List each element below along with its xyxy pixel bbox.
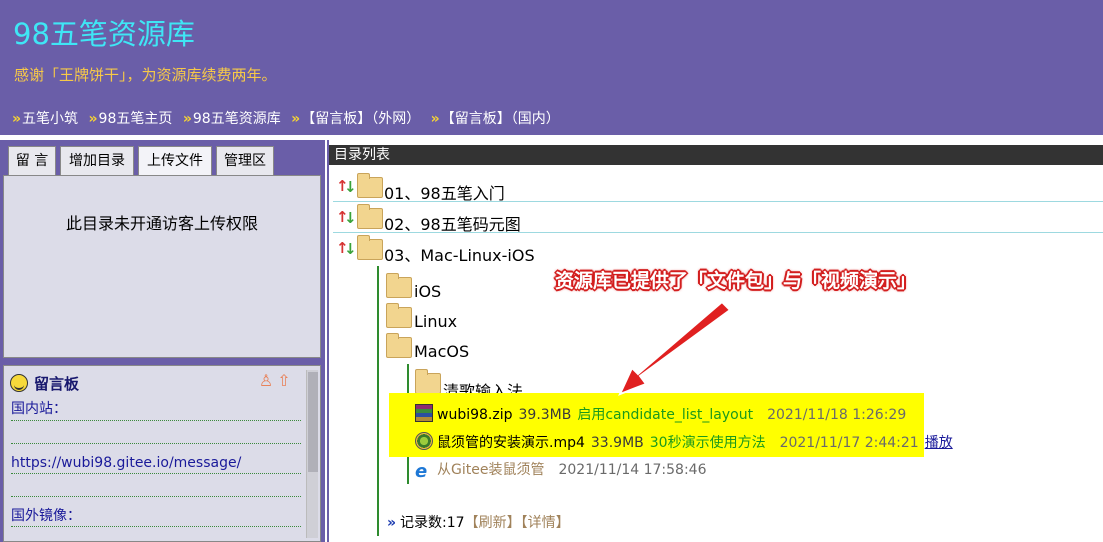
message-line	[11, 421, 301, 444]
tree-line	[377, 266, 379, 536]
message-link[interactable]: https://wubi98.gitee.io/message/	[11, 444, 301, 474]
sort-icon[interactable]: ↑ ↓	[336, 208, 357, 230]
folder-icon	[415, 369, 441, 394]
archive-icon	[415, 404, 433, 422]
message-list: 国内站： https://wubi98.gitee.io/message/ 国外…	[11, 398, 301, 541]
refresh-link[interactable]: 【刷新】	[465, 515, 521, 531]
file-row[interactable]: wubi98.zip 39.3MB 启用candidate_list_layout 2…	[415, 404, 906, 424]
folder-macos[interactable]: MacOS	[414, 342, 469, 361]
left-panel: 留 言 增加目录 上传文件 管理区 此目录未开通访客上传权限 留言板 ♙ ⇧ 国内…	[0, 140, 325, 542]
file-row[interactable]: e 从Gitee装鼠须管 2021/11/14 17:58:46	[415, 459, 707, 481]
annotation-arrow-icon	[618, 300, 730, 396]
tab-admin[interactable]: 管理区	[216, 146, 274, 176]
upload-permission-message: 此目录未开通访客上传权限	[65, 214, 258, 233]
message-line	[11, 527, 301, 541]
folder-icon	[386, 273, 412, 298]
file-size: 33.9MB	[590, 435, 644, 451]
double-chevron-icon: »	[291, 111, 300, 127]
tab-add-directory[interactable]: 增加目录	[60, 146, 134, 176]
directory-label[interactable]: 02、98五笔码元图	[384, 211, 521, 235]
message-board-title: 留言板	[34, 375, 80, 393]
message-line: 国内站：	[11, 398, 301, 421]
double-chevron-icon: »	[182, 111, 192, 127]
annotation-text: 资源库已提供了「文件包」与「视频演示」	[555, 270, 917, 292]
folder-linux[interactable]: Linux	[414, 312, 457, 331]
message-line	[11, 474, 301, 497]
directory-panel-title: 目录列表	[329, 145, 1103, 165]
file-date: 2021/11/17 2:44:21	[779, 435, 919, 451]
file-row[interactable]: 鼠须管的安装演示.mp4 33.9MB 30秒演示使用方法 2021/11/17 2:…	[415, 432, 953, 452]
scrollbar-thumb[interactable]	[308, 372, 318, 472]
tab-message[interactable]: 留 言	[8, 146, 56, 176]
upload-panel: 此目录未开通访客上传权限	[3, 175, 321, 358]
folder-icon	[357, 235, 383, 260]
record-count: 记录数:17	[400, 515, 465, 531]
file-name[interactable]: wubi98.zip	[437, 407, 513, 423]
play-link[interactable]: 播放	[925, 435, 953, 451]
folder-icon	[386, 303, 412, 328]
page-header: 98五笔资源库 感谢「王牌饼干」，为资源库续费两年。 » 五笔小筑 » 98五笔主页…	[0, 0, 1103, 135]
breadcrumb-link-resource[interactable]: » 98五笔资源库	[183, 108, 281, 128]
details-link[interactable]: 【详情】	[521, 515, 570, 531]
video-icon	[415, 432, 433, 450]
folder-icon	[357, 173, 383, 198]
file-name[interactable]: 鼠须管的安装演示.mp4	[437, 435, 585, 451]
directory-item[interactable]: ↑ ↓ 03、Mac-Linux-iOS	[333, 235, 1103, 266]
folder-ios[interactable]: iOS	[414, 282, 441, 301]
smiley-icon	[10, 374, 28, 392]
breadcrumb-link-board-domestic[interactable]: » 【留言板】（国内）	[431, 108, 560, 128]
message-scrollbar[interactable]	[306, 370, 318, 538]
tab-upload-file[interactable]: 上传文件	[138, 146, 212, 177]
arrow-up-icon[interactable]: ⇧	[275, 372, 293, 390]
file-name[interactable]: 从Gitee装鼠须管	[437, 462, 544, 478]
directory-item[interactable]: ↑ ↓ 02、98五笔码元图	[333, 204, 1103, 235]
breadcrumb-link-98-home[interactable]: » 98五笔主页	[89, 108, 173, 128]
thanks-notice: 感谢「王牌饼干」，为资源库续费两年。	[14, 66, 277, 84]
message-line: 国外镜像：	[11, 497, 301, 527]
message-board: 留言板 ♙ ⇧ 国内站： https://wubi98.gitee.io/mess…	[3, 365, 321, 542]
breadcrumb: » 五笔小筑 » 98五笔主页 » 98五笔资源库 » 【留言板】（外网） » 【留言板】…	[12, 108, 566, 128]
double-chevron-icon: »	[387, 515, 397, 531]
internet-explorer-icon: e	[415, 461, 428, 482]
file-date: 2021/11/18 1:26:29	[767, 407, 907, 423]
record-summary: » 记录数:17【刷新】【详情】	[387, 512, 570, 532]
file-date: 2021/11/14 17:58:46	[558, 462, 707, 478]
sort-icon[interactable]: ↑ ↓	[336, 239, 357, 261]
double-chevron-icon: »	[430, 111, 440, 127]
message-board-tools: ♙ ⇧	[257, 372, 293, 390]
user-icon[interactable]: ♙	[257, 372, 275, 390]
sort-icon[interactable]: ↑ ↓	[336, 177, 357, 199]
directory-label[interactable]: 03、Mac-Linux-iOS	[384, 242, 535, 266]
folder-icon	[357, 204, 383, 229]
breadcrumb-link-wubi-home[interactable]: » 五笔小筑	[12, 108, 78, 128]
file-size: 39.3MB	[518, 407, 572, 423]
file-description: 启用candidate_list_layout	[577, 407, 754, 423]
directory-item[interactable]: ↑ ↓ 01、98五笔入门	[333, 173, 1103, 204]
directory-label[interactable]: 01、98五笔入门	[384, 180, 505, 204]
file-description: 30秒演示使用方法	[649, 435, 766, 451]
double-chevron-icon: »	[12, 111, 21, 127]
breadcrumb-link-board-external[interactable]: » 【留言板】（外网）	[291, 108, 420, 128]
site-title: 98五笔资源库	[13, 17, 195, 51]
folder-icon	[386, 333, 412, 358]
message-board-header: 留言板	[10, 373, 79, 394]
double-chevron-icon: »	[88, 111, 98, 127]
